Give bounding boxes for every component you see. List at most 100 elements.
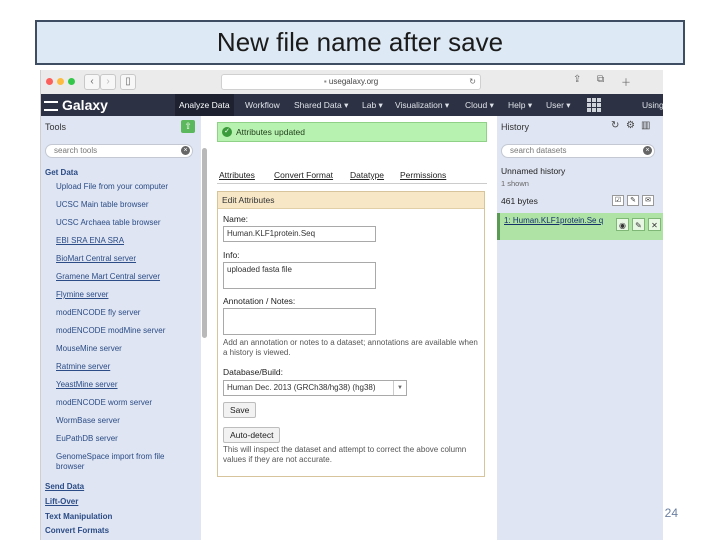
info-field[interactable]: uploaded fasta file <box>223 262 376 289</box>
tools-title: Tools <box>45 122 67 132</box>
forward-arrow-icon[interactable]: › <box>100 74 116 90</box>
history-title: History <box>501 122 530 132</box>
tab-datatype[interactable]: Datatype <box>350 170 384 180</box>
build-label: Database/Build: <box>223 367 284 377</box>
nav-user[interactable]: User ▾ <box>542 94 575 116</box>
browser-toolbar: ‹ › ▯ ▪ usegalaxy.org ↻ ⇪ ⧉ ＋ <box>41 70 663 95</box>
success-message: ✓ Attributes updated <box>217 122 487 142</box>
tool-search-input[interactable]: search tools × <box>45 144 193 158</box>
tools-panel: Tools ⇧ search tools × Get Data Upload F… <box>41 116 201 540</box>
share-icon[interactable]: ⇪ <box>573 74 581 85</box>
pencil-icon[interactable]: ✎ <box>632 218 645 231</box>
select-arrow-icon: ▼ <box>393 381 406 395</box>
check-circle-icon: ✓ <box>222 127 232 137</box>
tool-biomart[interactable]: BioMart Central server <box>56 254 136 263</box>
auto-detect-help: This will inspect the dataset and attemp… <box>223 445 467 464</box>
tool-ebi-sra[interactable]: EBI SRA ENA SRA <box>56 236 124 245</box>
nav-cloud[interactable]: Cloud ▾ <box>461 94 498 116</box>
tool-yeastmine[interactable]: YeastMine server <box>56 380 118 389</box>
build-selected-value: Human Dec. 2013 (GRCh38/hg38) (hg38) <box>227 383 376 392</box>
dataset-title[interactable]: 1: Human.KLF1protein.Se q <box>504 216 608 226</box>
tool-ucsc-archaea[interactable]: UCSC Archaea table browser <box>56 218 161 227</box>
nav-analyze-data[interactable]: Analyze Data <box>175 94 234 116</box>
tabs-overview-icon[interactable]: ⧉ <box>597 74 604 85</box>
tool-gramene-mart[interactable]: Gramene Mart Central server <box>56 272 160 281</box>
history-shown-count: 1 shown <box>501 179 529 188</box>
save-button[interactable]: Save <box>223 402 257 418</box>
build-select[interactable]: Human Dec. 2013 (GRCh38/hg38) (hg38) ▼ <box>223 380 407 396</box>
tab-permissions[interactable]: Permissions <box>400 170 446 180</box>
nav-workflow[interactable]: Workflow <box>241 94 284 116</box>
section-send-data[interactable]: Send Data <box>45 482 84 491</box>
history-options-icon[interactable]: ⚙ <box>626 120 635 131</box>
auto-detect-button[interactable]: Auto-detect <box>223 427 281 443</box>
brand-name: Galaxy <box>62 97 108 113</box>
clear-dataset-search-icon[interactable]: × <box>643 146 652 155</box>
nav-lab[interactable]: Lab ▾ <box>358 94 387 116</box>
annotation-field[interactable] <box>223 308 376 335</box>
annotation-help: Add an annotation or notes to a dataset;… <box>223 338 478 357</box>
nav-visualization[interactable]: Visualization ▾ <box>391 94 453 116</box>
history-columns-icon[interactable]: ▥ <box>641 120 650 131</box>
back-arrow-icon[interactable]: ‹ <box>84 74 100 90</box>
dataset-search-input[interactable]: search datasets × <box>501 144 655 158</box>
info-label: Info: <box>223 250 240 260</box>
name-field[interactable]: Human.KLF1protein.Seq <box>223 226 376 242</box>
dataset-item[interactable]: 1: Human.KLF1protein.Se q ◉ ✎ ✕ <box>497 213 663 240</box>
galaxy-screenshot: ‹ › ▯ ▪ usegalaxy.org ↻ ⇪ ⧉ ＋ Galaxy Ana… <box>40 70 663 540</box>
tool-eupathdb[interactable]: EuPathDB server <box>56 434 118 443</box>
menu-icon <box>44 101 58 112</box>
nav-help[interactable]: Help ▾ <box>504 94 536 116</box>
reload-icon[interactable]: ↻ <box>469 75 476 89</box>
address-bar[interactable]: ▪ usegalaxy.org ↻ <box>221 74 481 90</box>
history-name[interactable]: Unnamed history <box>501 166 565 176</box>
tool-wormbase[interactable]: WormBase server <box>56 416 120 425</box>
dataset-search-placeholder: search datasets <box>510 146 567 155</box>
galaxy-logo[interactable]: Galaxy <box>44 97 108 113</box>
refresh-history-icon[interactable]: ↻ <box>611 120 619 131</box>
tool-flymine[interactable]: Flymine server <box>56 290 108 299</box>
tool-modencode-worm[interactable]: modENCODE worm server <box>56 398 152 407</box>
galaxy-masthead: Galaxy Analyze Data Workflow Shared Data… <box>41 94 663 116</box>
history-panel: History ↻ ⚙ ▥ search datasets × Unnamed … <box>497 116 663 540</box>
sidebar-toggle-icon[interactable]: ▯ <box>120 74 136 90</box>
eye-icon[interactable]: ◉ <box>616 218 629 231</box>
name-label: Name: <box>223 214 249 224</box>
edit-attributes-form: Edit Attributes Name: Human.KLF1protein.… <box>217 191 485 477</box>
center-panel: ✓ Attributes updated Attributes Convert … <box>213 116 491 540</box>
section-convert-formats[interactable]: Convert Formats <box>45 526 109 535</box>
maximize-window-icon[interactable] <box>68 78 75 85</box>
tool-mousemine[interactable]: MouseMine server <box>56 344 122 353</box>
history-size: 461 bytes <box>501 196 538 206</box>
section-lift-over[interactable]: Lift-Over <box>45 497 78 506</box>
tool-modencode-fly[interactable]: modENCODE fly server <box>56 308 140 317</box>
annotation-icon[interactable]: ✉ <box>642 195 654 206</box>
tools-scrollbar[interactable] <box>202 148 207 338</box>
tool-ucsc-main[interactable]: UCSC Main table browser <box>56 200 148 209</box>
tab-attributes[interactable]: Attributes <box>219 170 255 180</box>
scratchbook-grid-icon[interactable] <box>587 98 601 112</box>
clear-search-icon[interactable]: × <box>181 146 190 155</box>
nav-shared-data[interactable]: Shared Data ▾ <box>290 94 352 116</box>
delete-icon[interactable]: ✕ <box>648 218 661 231</box>
usage-text: Using <box>642 100 663 110</box>
select-datasets-icon[interactable]: ☑ <box>612 195 624 206</box>
url-text: usegalaxy.org <box>328 77 379 86</box>
section-get-data[interactable]: Get Data <box>45 168 78 177</box>
tags-icon[interactable]: ✎ <box>627 195 639 206</box>
page-number: 24 <box>664 506 678 520</box>
slide-title: New file name after save <box>35 20 685 65</box>
success-text: Attributes updated <box>236 127 305 137</box>
annotation-label: Annotation / Notes: <box>223 296 296 306</box>
tool-upload-file[interactable]: Upload File from your computer <box>56 182 168 191</box>
minimize-window-icon[interactable] <box>57 78 64 85</box>
tool-ratmine[interactable]: Ratmine server <box>56 362 110 371</box>
tool-modencode-modmine[interactable]: modENCODE modMine server <box>56 326 165 335</box>
tab-convert-format[interactable]: Convert Format <box>274 170 333 180</box>
section-text-manipulation[interactable]: Text Manipulation <box>45 512 112 521</box>
upload-icon[interactable]: ⇧ <box>181 120 195 133</box>
add-tab-icon[interactable]: ＋ <box>621 74 631 89</box>
tool-genomespace-import[interactable]: GenomeSpace import from file browser <box>56 452 186 472</box>
form-title: Edit Attributes <box>218 192 484 209</box>
close-window-icon[interactable] <box>46 78 53 85</box>
